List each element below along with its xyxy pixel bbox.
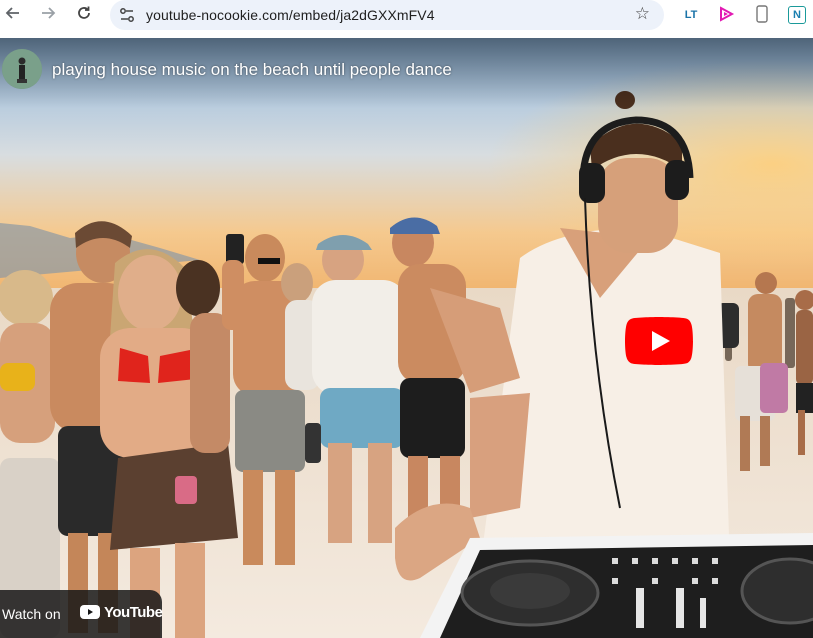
address-bar[interactable]: youtube-nocookie.com/embed/ja2dGXXmFV4 ☆ bbox=[110, 0, 664, 30]
watch-on-youtube-link[interactable]: Watch on YouTube bbox=[0, 590, 163, 638]
n-extension-icon[interactable]: N bbox=[788, 6, 806, 24]
site-info-icon[interactable] bbox=[118, 6, 136, 24]
youtube-brand-label: YouTube bbox=[104, 604, 163, 621]
browser-toolbar: youtube-nocookie.com/embed/ja2dGXXmFV4 ☆… bbox=[0, 0, 813, 30]
youtube-logo-icon bbox=[80, 605, 100, 619]
play-extension-icon[interactable] bbox=[716, 5, 736, 25]
play-button[interactable] bbox=[625, 317, 693, 365]
dj-controller bbox=[420, 533, 813, 638]
phone-extension-icon[interactable] bbox=[752, 5, 772, 25]
youtube-embed-player[interactable]: playing house music on the beach until p… bbox=[0, 38, 813, 638]
reload-icon[interactable] bbox=[74, 5, 94, 25]
channel-avatar[interactable] bbox=[2, 49, 42, 89]
star-icon[interactable]: ☆ bbox=[635, 4, 650, 24]
watch-on-label: Watch on bbox=[2, 606, 61, 622]
languagetool-extension-icon[interactable]: LT bbox=[681, 5, 701, 25]
arrow-left-icon[interactable] bbox=[3, 5, 23, 25]
url-text[interactable]: youtube-nocookie.com/embed/ja2dGXXmFV4 bbox=[146, 7, 435, 23]
video-title[interactable]: playing house music on the beach until p… bbox=[52, 60, 452, 80]
arrow-right-icon[interactable] bbox=[38, 5, 58, 25]
